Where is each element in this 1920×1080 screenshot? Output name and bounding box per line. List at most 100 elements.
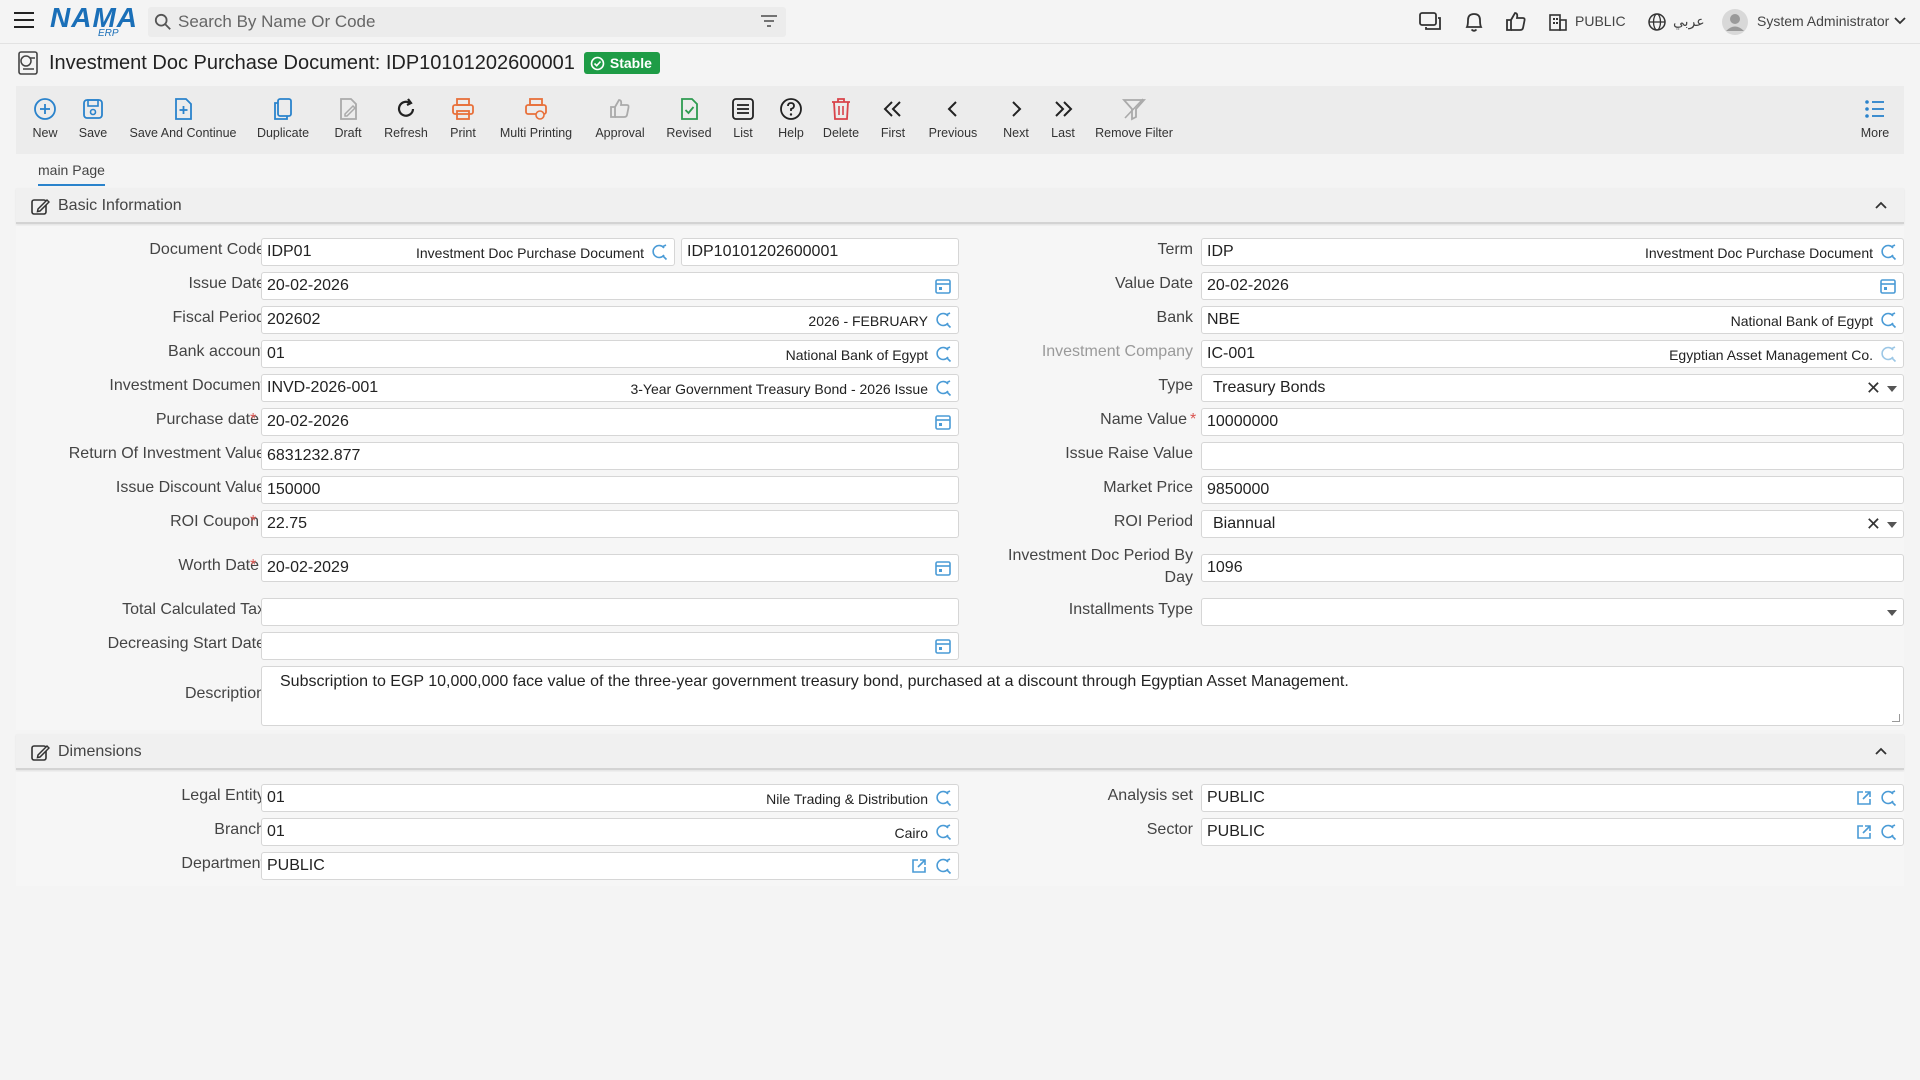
lookup-search-icon[interactable] [1879, 243, 1897, 261]
chevron-up-icon[interactable] [1874, 746, 1888, 756]
term-field[interactable]: IDP Investment Doc Purchase Document [1201, 238, 1904, 266]
department-field[interactable]: PUBLIC [261, 852, 959, 880]
previous-button[interactable]: Previous [926, 86, 980, 154]
help-button[interactable]: Help [774, 86, 808, 154]
type-label: Type [1158, 377, 1193, 394]
multi-printing-button[interactable]: Multi Printing [496, 86, 576, 154]
revised-button[interactable]: Revised [664, 86, 714, 154]
analysis-set-field[interactable]: PUBLIC [1201, 784, 1904, 812]
save-and-continue-button[interactable]: Save And Continue [129, 86, 237, 154]
lookup-search-icon[interactable] [934, 345, 952, 363]
lookup-search-icon[interactable] [934, 823, 952, 841]
fiscal-period-label: Fiscal Period [172, 309, 265, 326]
lookup-search-icon[interactable] [934, 379, 952, 397]
lookup-search-icon[interactable] [650, 243, 668, 261]
issue-discount-value-field[interactable]: 150000 [261, 476, 959, 504]
approval-button[interactable]: Approval [590, 86, 650, 154]
worth-date-field[interactable]: 20-02-2029 [261, 554, 959, 582]
double-chevron-right-icon [1055, 101, 1073, 117]
logo[interactable]: NAMA ERP [50, 4, 137, 40]
decreasing-start-date-field[interactable] [261, 632, 959, 660]
calendar-icon[interactable] [934, 637, 952, 655]
bank-account-field[interactable]: 01 National Bank of Egypt [261, 340, 959, 368]
type-select[interactable]: Treasury Bonds ✕ [1201, 374, 1904, 402]
lookup-search-icon[interactable] [934, 789, 952, 807]
market-price-field[interactable]: 9850000 [1201, 476, 1904, 504]
lookup-search-icon[interactable] [934, 311, 952, 329]
investment-document-field[interactable]: INVD-2026-001 3-Year Government Treasury… [261, 374, 959, 402]
document-code-field[interactable]: IDP01 Investment Doc Purchase Document [261, 238, 675, 266]
calendar-icon[interactable] [934, 413, 952, 431]
remove-filter-button[interactable]: Remove Filter [1094, 86, 1174, 154]
roi-coupon-field[interactable]: 22.75 [261, 510, 959, 538]
language-label[interactable]: عربي [1673, 13, 1705, 30]
lookup-search-icon[interactable] [1879, 311, 1897, 329]
caret-down-icon[interactable] [1887, 386, 1897, 392]
duplicate-button[interactable]: Duplicate [256, 86, 310, 154]
installments-type-select[interactable] [1201, 598, 1904, 626]
tab-main-page[interactable]: main Page [38, 162, 105, 186]
search-input[interactable] [178, 11, 738, 33]
user-name[interactable]: System Administrator [1757, 13, 1889, 29]
fiscal-period-field[interactable]: 202602 2026 - FEBRUARY [261, 306, 959, 334]
clear-icon[interactable]: ✕ [1866, 514, 1881, 535]
lookup-search-icon[interactable] [1879, 823, 1897, 841]
external-link-icon[interactable] [1855, 823, 1873, 841]
lookup-search-icon[interactable] [1879, 345, 1897, 363]
globe-icon[interactable] [1647, 12, 1667, 32]
calendar-icon[interactable] [934, 277, 952, 295]
chevron-up-icon[interactable] [1874, 200, 1888, 210]
return-of-investment-field[interactable]: 6831232.877 [261, 442, 959, 470]
menu-icon[interactable] [14, 12, 34, 30]
first-button[interactable]: First [878, 86, 908, 154]
period-by-day-field[interactable]: 1096 [1201, 554, 1904, 582]
print-button[interactable]: Print [444, 86, 482, 154]
lookup-search-icon[interactable] [934, 857, 952, 875]
calendar-icon[interactable] [934, 559, 952, 577]
next-button[interactable]: Next [1000, 86, 1032, 154]
avatar[interactable] [1721, 8, 1749, 36]
basic-information-header[interactable]: Basic Information [16, 188, 1904, 224]
bell-icon[interactable] [1461, 9, 1487, 35]
resize-handle[interactable] [1892, 714, 1900, 722]
external-link-icon[interactable] [910, 857, 928, 875]
description-textarea[interactable]: Subscription to EGP 10,000,000 face valu… [261, 666, 1904, 726]
sector-field[interactable]: PUBLIC [1201, 818, 1904, 846]
issue-raise-value-field[interactable] [1201, 442, 1904, 470]
value-date-field[interactable]: 20-02-2026 [1201, 272, 1904, 300]
list-button[interactable]: List [728, 86, 758, 154]
filter-icon[interactable] [760, 14, 778, 30]
thumbs-up-icon[interactable] [1503, 9, 1529, 35]
external-link-icon[interactable] [1855, 789, 1873, 807]
investment-company-field[interactable]: IC-001 Egyptian Asset Management Co. [1201, 340, 1904, 368]
lookup-search-icon[interactable] [1879, 789, 1897, 807]
name-value-field[interactable]: 10000000 [1201, 408, 1904, 436]
public-label[interactable]: PUBLIC [1575, 13, 1626, 29]
legal-entity-field[interactable]: 01 Nile Trading & Distribution [261, 784, 959, 812]
dimensions-header[interactable]: Dimensions [16, 734, 1904, 770]
clear-icon[interactable]: ✕ [1866, 378, 1881, 399]
total-calculated-tax-field[interactable] [261, 598, 959, 626]
purchase-date-field[interactable]: 20-02-2026 [261, 408, 959, 436]
building-icon[interactable] [1548, 13, 1568, 31]
delete-button[interactable]: Delete [820, 86, 862, 154]
branch-field[interactable]: 01 Cairo [261, 818, 959, 846]
chevron-down-icon[interactable] [1894, 16, 1906, 26]
draft-button[interactable]: Draft [328, 86, 368, 154]
last-button[interactable]: Last [1048, 86, 1078, 154]
copy-icon [274, 98, 292, 120]
bank-field[interactable]: NBE National Bank of Egypt [1201, 306, 1904, 334]
issue-date-field[interactable]: 20-02-2026 [261, 272, 959, 300]
roi-period-select[interactable]: Biannual ✕ [1201, 510, 1904, 538]
investment-document-value: INVD-2026-001 [267, 379, 379, 396]
refresh-button[interactable]: Refresh [381, 86, 431, 154]
document-number-field[interactable]: IDP10101202600001 [681, 238, 959, 266]
caret-down-icon[interactable] [1887, 610, 1897, 616]
logo-sub: ERP [98, 28, 119, 39]
calendar-icon[interactable] [1879, 277, 1897, 295]
new-button[interactable]: New [28, 86, 62, 154]
save-button[interactable]: Save [76, 86, 110, 154]
chat-icon[interactable] [1418, 9, 1444, 35]
caret-down-icon[interactable] [1887, 522, 1897, 528]
more-button[interactable]: More [1858, 86, 1892, 154]
